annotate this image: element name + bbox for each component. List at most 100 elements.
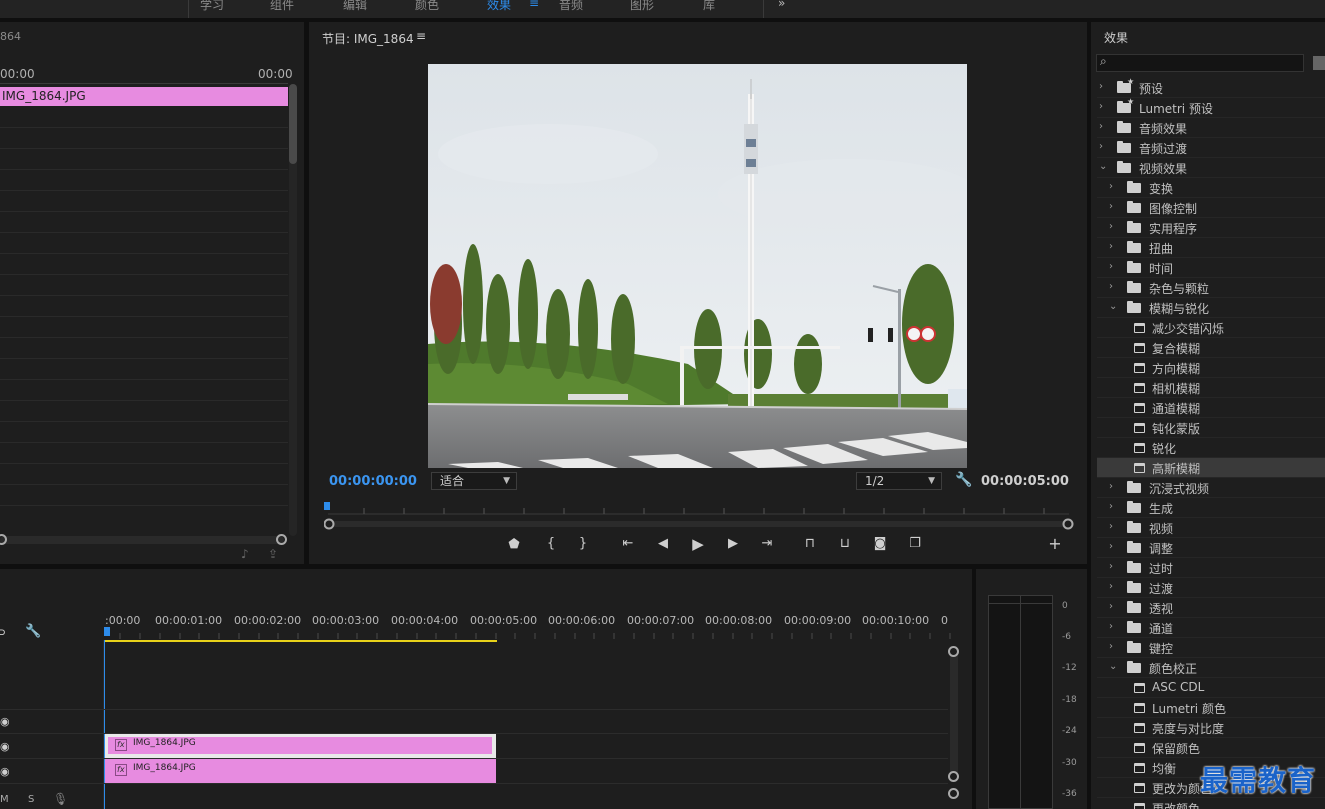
chevron-right-icon[interactable]: › xyxy=(1099,141,1103,152)
chevron-right-icon[interactable]: › xyxy=(1109,581,1113,592)
effects-tree-item[interactable]: 复合模糊 xyxy=(1097,338,1325,358)
mute-toggle[interactable]: M xyxy=(0,794,9,805)
program-time-ruler[interactable] xyxy=(324,500,1074,530)
chevron-right-icon[interactable]: › xyxy=(1109,481,1113,492)
timeline-scroll-handle-audio[interactable] xyxy=(948,788,959,799)
chevron-right-icon[interactable]: › xyxy=(1109,261,1113,272)
effects-tree-item[interactable]: › 键控 xyxy=(1097,638,1325,658)
step-forward-icon[interactable]: ▶︎ xyxy=(723,536,743,552)
source-scrollbar-thumb[interactable] xyxy=(289,84,297,164)
new-bin-icon[interactable] xyxy=(1313,56,1325,70)
effects-tree-item[interactable]: ⌄ 颜色校正 xyxy=(1097,658,1325,678)
workspace-tab-menu-icon[interactable]: ≡ xyxy=(529,0,539,10)
effects-tree-item[interactable]: 方向模糊 xyxy=(1097,358,1325,378)
compare-view-icon[interactable]: ❐ xyxy=(905,536,925,552)
timeline-scroll-handle-bottom[interactable] xyxy=(948,771,959,782)
source-hscroll[interactable] xyxy=(0,536,284,544)
workspace-tab-graphics[interactable]: 图形 xyxy=(630,0,654,13)
effects-tree-item[interactable]: 钝化蒙版 xyxy=(1097,418,1325,438)
mark-out-icon[interactable]: } xyxy=(573,536,593,552)
chevron-right-icon[interactable]: › xyxy=(1109,181,1113,192)
effects-tree-item[interactable]: › 透视 xyxy=(1097,598,1325,618)
timeline-clip-v2[interactable]: fx IMG_1864.JPG xyxy=(105,734,496,758)
chevron-right-icon[interactable]: › xyxy=(1109,201,1113,212)
step-back-icon[interactable]: ◀︎ xyxy=(653,536,673,552)
chevron-right-icon[interactable]: › xyxy=(1109,501,1113,512)
go-to-out-icon[interactable]: ⇥ xyxy=(757,536,777,552)
effects-tree-item[interactable]: 相机模糊 xyxy=(1097,378,1325,398)
lift-icon[interactable]: ⊓ xyxy=(800,536,820,552)
go-to-in-icon[interactable]: ⇤ xyxy=(618,536,638,552)
play-icon[interactable]: ▶︎ xyxy=(688,536,708,552)
eye-icon[interactable]: ◉ xyxy=(0,765,10,778)
timeline-wrench-icon[interactable]: 🔧 xyxy=(25,624,41,639)
program-menu-icon[interactable]: ≡ xyxy=(416,29,426,43)
resolution-dropdown[interactable]: 1/2 ▼ xyxy=(856,472,942,490)
effects-tree-item[interactable]: › 沉浸式视频 xyxy=(1097,478,1325,498)
workspace-tab-effects[interactable]: 效果 xyxy=(487,0,511,13)
microphone-icon[interactable]: 🎙 xyxy=(53,792,68,806)
workspace-tab-color[interactable]: 颜色 xyxy=(415,0,439,13)
snap-icon[interactable]: ⊃ xyxy=(0,625,6,639)
effects-tree-item[interactable]: Lumetri 颜色 xyxy=(1097,698,1325,718)
eye-icon[interactable]: ◉ xyxy=(0,715,10,728)
chevron-down-icon[interactable]: ⌄ xyxy=(1109,301,1117,312)
chevron-right-icon[interactable]: › xyxy=(1109,641,1113,652)
effects-tree-item[interactable]: 高斯模糊 xyxy=(1097,458,1325,478)
effects-tree-item[interactable]: 亮度与对比度 xyxy=(1097,718,1325,738)
workspace-tab-audio[interactable]: 音频 xyxy=(559,0,583,13)
effects-tree-item[interactable]: › ★ 预设 xyxy=(1097,77,1325,98)
chevron-right-icon[interactable]: › xyxy=(1109,221,1113,232)
source-hscroll-handle-right[interactable] xyxy=(276,534,287,545)
insert-audio-icon[interactable]: ♪ xyxy=(241,547,249,561)
effects-tree-item[interactable]: › 视频 xyxy=(1097,518,1325,538)
chevron-right-icon[interactable]: › xyxy=(1099,101,1103,112)
effects-tree-item[interactable]: › 杂色与颗粒 xyxy=(1097,278,1325,298)
effects-tree-item[interactable]: › ★ Lumetri 预设 xyxy=(1097,97,1325,118)
workspace-tab-assembly[interactable]: 组件 xyxy=(270,0,294,13)
mark-in-icon[interactable]: { xyxy=(541,536,561,552)
effects-tree-item[interactable]: ⌄ 模糊与锐化 xyxy=(1097,298,1325,318)
chevron-right-icon[interactable]: › xyxy=(1109,281,1113,292)
chevron-right-icon[interactable]: › xyxy=(1109,561,1113,572)
effects-tree-item[interactable]: 锐化 xyxy=(1097,438,1325,458)
effects-tree-item[interactable]: › 调整 xyxy=(1097,538,1325,558)
chevron-right-icon[interactable]: › xyxy=(1109,601,1113,612)
zoom-fit-dropdown[interactable]: 适合 ▼ xyxy=(431,472,517,490)
effects-tree-item[interactable]: › 过渡 xyxy=(1097,578,1325,598)
chevron-down-icon[interactable]: ⌄ xyxy=(1109,661,1117,672)
effects-tree-item[interactable]: › 过时 xyxy=(1097,558,1325,578)
effects-tree-item[interactable]: › 变换 xyxy=(1097,178,1325,198)
effects-tree-item[interactable]: 保留颜色 xyxy=(1097,738,1325,758)
timeline-scrollbar[interactable] xyxy=(950,651,958,781)
timeline-clip-v1[interactable]: fx IMG_1864.JPG xyxy=(105,759,496,783)
wrench-icon[interactable]: 🔧 xyxy=(955,472,972,488)
extract-icon[interactable]: ⊔ xyxy=(835,536,855,552)
more-workspaces-icon[interactable]: » xyxy=(778,0,785,10)
camera-icon[interactable]: ◙ xyxy=(870,536,890,552)
effects-tree-item[interactable]: › 图像控制 xyxy=(1097,198,1325,218)
chevron-down-icon[interactable]: ⌄ xyxy=(1099,161,1107,172)
workspace-tab-editing[interactable]: 编辑 xyxy=(343,0,367,13)
chevron-right-icon[interactable]: › xyxy=(1109,621,1113,632)
eye-icon[interactable]: ◉ xyxy=(0,740,10,753)
effects-tree-item[interactable]: › 通道 xyxy=(1097,618,1325,638)
workspace-tab-libraries[interactable]: 库 xyxy=(703,0,715,13)
effects-tree-item[interactable]: 减少交错闪烁 xyxy=(1097,318,1325,338)
program-current-timecode[interactable]: 00:00:00:00 xyxy=(329,474,417,489)
timeline-ruler[interactable] xyxy=(100,627,960,643)
chevron-right-icon[interactable]: › xyxy=(1099,121,1103,132)
timeline-scroll-handle-top[interactable] xyxy=(948,646,959,657)
effects-tree-item[interactable]: ASC CDL xyxy=(1097,678,1325,698)
solo-toggle[interactable]: S xyxy=(28,794,34,805)
effects-tree-item[interactable]: › 实用程序 xyxy=(1097,218,1325,238)
add-button-icon[interactable]: + xyxy=(1045,536,1065,552)
add-marker-icon[interactable]: ⬟ xyxy=(504,537,524,553)
export-icon[interactable]: ⇪ xyxy=(268,547,278,561)
effects-tree-item[interactable]: › 时间 xyxy=(1097,258,1325,278)
effects-tree-item[interactable]: › 扭曲 xyxy=(1097,238,1325,258)
effects-tree-item[interactable]: › 音频效果 xyxy=(1097,118,1325,138)
effects-tree-item[interactable]: › 音频过渡 xyxy=(1097,138,1325,158)
chevron-right-icon[interactable]: › xyxy=(1109,241,1113,252)
effects-tree-item[interactable]: › 生成 xyxy=(1097,498,1325,518)
